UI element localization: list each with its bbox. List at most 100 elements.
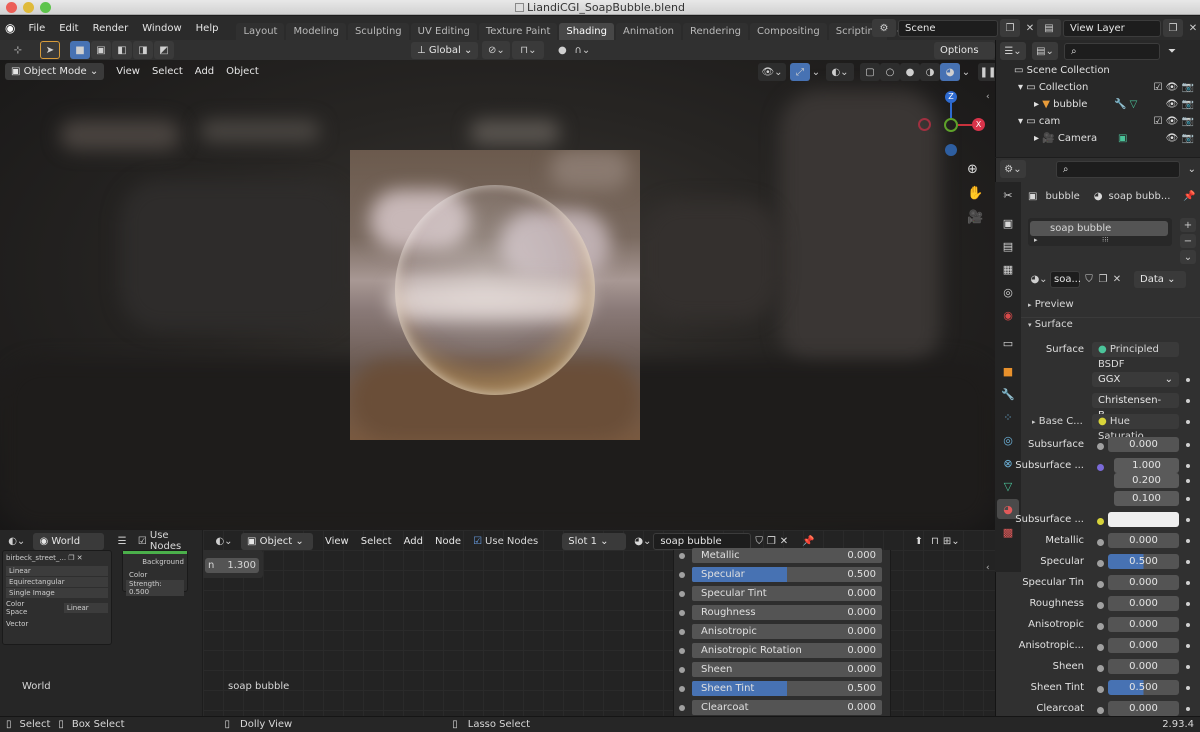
prop-value-field[interactable]: 0.200 [1114, 473, 1179, 488]
soap-bubble-object[interactable] [395, 185, 595, 395]
animate-property-dot[interactable] [1186, 602, 1190, 606]
node-input-field[interactable]: Anisotropic 0.000 [692, 624, 882, 639]
animate-property-dot[interactable] [1186, 644, 1190, 648]
material-preview-icon[interactable]: ◑ [920, 63, 940, 81]
tab-uv-editing[interactable]: UV Editing [410, 23, 477, 40]
animate-property-dot[interactable] [1186, 665, 1190, 669]
socket-dot[interactable] [1097, 665, 1104, 672]
world-use-nodes-checkbox[interactable]: ☑ [138, 536, 147, 547]
world-shader-type-dropdown[interactable]: ◉ World [33, 532, 105, 550]
node-input-socket[interactable] [679, 705, 685, 711]
modifier-tab-icon[interactable]: 🔧 [997, 384, 1019, 404]
animate-property-dot[interactable] [1186, 464, 1190, 468]
view-layer-tab-icon[interactable]: ▦ [997, 259, 1019, 279]
particles-tab-icon[interactable]: ⁘ [997, 407, 1019, 427]
node-input-socket[interactable] [679, 572, 685, 578]
cam-visibility-icons[interactable]: ☑ 👁 📷 [1154, 113, 1194, 130]
tab-texture-paint[interactable]: Texture Paint [478, 23, 558, 40]
animate-property-dot[interactable] [1186, 560, 1190, 564]
animate-property-dot[interactable] [1186, 686, 1190, 690]
visibility-icon[interactable]: 👁⌄ [758, 63, 786, 81]
base-color-input-field[interactable]: ● Hue Saturatio... [1092, 414, 1179, 442]
scene-browse-icon[interactable]: ⚙ [872, 19, 896, 37]
node-input-field[interactable]: Specular Tint 0.000 [692, 586, 882, 601]
node-input-socket[interactable] [679, 591, 685, 597]
world-tab-icon[interactable]: ◉ [997, 305, 1019, 325]
socket-dot[interactable] [1097, 686, 1104, 693]
properties-options-icon[interactable]: ⌄ [1188, 164, 1196, 175]
world-editor-type-icon[interactable]: ◐⌄ [4, 532, 29, 550]
fake-user-icon[interactable]: ⛉ [1082, 271, 1096, 289]
node-input-field[interactable]: Roughness 0.000 [692, 605, 882, 620]
xray-icon[interactable]: ▢ [860, 63, 880, 81]
output-tab-icon[interactable]: ▤ [997, 236, 1019, 256]
animate-property-dot[interactable] [1186, 479, 1190, 483]
list-resize-handle[interactable]: ⁝⁝⁝ [1102, 236, 1109, 244]
surface-shader-field[interactable]: ● Principled BSDF [1092, 342, 1179, 370]
animate-property-dot[interactable] [1186, 581, 1190, 585]
unlink-material-icon[interactable]: ✕ [1110, 271, 1124, 289]
sidebar-toggle-icon[interactable]: ‹ [986, 563, 990, 573]
pan-hand-icon[interactable]: ✋ [967, 186, 983, 201]
orientation-dropdown[interactable]: ⊥ Global ⌄ [411, 41, 479, 59]
shader-snap-icon[interactable]: ⊓ [931, 536, 939, 547]
animate-property-dot[interactable] [1186, 518, 1190, 522]
tab-layout[interactable]: Layout [236, 23, 285, 40]
camera-visibility-icons[interactable]: 👁 📷 [1166, 130, 1194, 147]
node-input-field[interactable]: Metallic 0.000 [692, 548, 882, 563]
list-expand-icon[interactable]: ▸ [1034, 236, 1038, 244]
animate-property-dot[interactable] [1186, 497, 1190, 501]
select-tool-icon[interactable]: ➤ [40, 41, 60, 59]
ior-field[interactable]: n 1.300 [205, 558, 259, 573]
browse-material-icon[interactable]: ◕⌄ [1028, 271, 1050, 289]
data-tab-icon[interactable]: ▽ [997, 476, 1019, 496]
parent-node-tree-icon[interactable]: ⬆ [915, 536, 923, 547]
shader-object-dropdown[interactable]: ▣ Object ⌄ [241, 532, 313, 550]
bubble-visibility-icons[interactable]: 👁 📷 [1166, 96, 1194, 113]
gizmo-dropdown-icon[interactable]: ⌄ [810, 63, 822, 81]
node-input-field[interactable]: Clearcoat 0.000 [692, 700, 882, 715]
prop-value-field[interactable]: 0.000 [1108, 659, 1179, 674]
node-input-socket[interactable] [679, 686, 685, 692]
distribution-dropdown[interactable]: GGX ⌄ [1092, 372, 1179, 387]
socket-dot[interactable] [1097, 644, 1104, 651]
socket-dot[interactable] [1097, 602, 1104, 609]
node-input-socket[interactable] [679, 553, 685, 559]
object-tab-icon[interactable]: ■ [997, 361, 1019, 381]
animate-property-dot[interactable] [1186, 707, 1190, 711]
shader-unlink-icon[interactable]: ✕ [780, 536, 788, 547]
node-input-field[interactable]: Sheen 0.000 [692, 662, 882, 677]
material-slot-item[interactable]: soap bubble [1030, 221, 1168, 236]
socket-dot[interactable] [1097, 464, 1104, 471]
node-input-socket[interactable] [679, 667, 685, 673]
material-name-field[interactable]: soa... [1050, 271, 1081, 288]
shader-menu-node[interactable]: Node [429, 536, 467, 547]
link-data-dropdown[interactable]: Data ⌄ [1134, 271, 1186, 288]
remove-slot-icon[interactable]: − [1180, 234, 1196, 248]
preview-panel-header[interactable]: ▸ Preview [1028, 299, 1074, 310]
prop-value-field[interactable]: 0.000 [1108, 596, 1179, 611]
outliner-row-scene-collection[interactable]: ▭ Scene Collection [996, 62, 1200, 79]
shading-dropdown-icon[interactable]: ⌄ [960, 63, 972, 81]
blender-logo-icon[interactable]: ◉ [5, 21, 15, 35]
shader-fake-user-icon[interactable]: ⛉ [755, 536, 763, 547]
prop-value-field[interactable]: 0.000 [1108, 638, 1179, 653]
env-color-space-dropdown[interactable]: Linear [63, 603, 108, 613]
env-projection-dropdown[interactable]: Equirectangular [6, 577, 108, 587]
socket-dot[interactable] [1097, 707, 1104, 714]
overlay-icon[interactable]: ◐⌄ [826, 63, 854, 81]
pin-icon[interactable]: 📌 [1183, 191, 1195, 202]
prop-value-field[interactable] [1108, 512, 1179, 527]
partial-node[interactable]: n 1.300 [203, 550, 263, 578]
background-node[interactable]: Background Color Strength: 0.500 [122, 550, 188, 596]
pivot-point-icon[interactable]: ⊘⌄ [482, 41, 511, 59]
select-mode-new-icon[interactable]: ■ [70, 41, 90, 59]
select-mode-invert-icon[interactable]: ◨ [133, 41, 153, 59]
env-interpolation-dropdown[interactable]: Linear [6, 566, 108, 576]
material-browse-icon[interactable]: ◕⌄ [634, 536, 651, 547]
gizmo-toggle-icon[interactable]: ⤢ [790, 63, 810, 81]
zoom-icon[interactable]: ⊕ [967, 162, 978, 177]
viewport-menu-select[interactable]: Select [146, 66, 189, 77]
menu-window[interactable]: Window [135, 23, 188, 34]
env-image-field[interactable]: birbeck_street_... ❐ ✕ [3, 551, 111, 565]
